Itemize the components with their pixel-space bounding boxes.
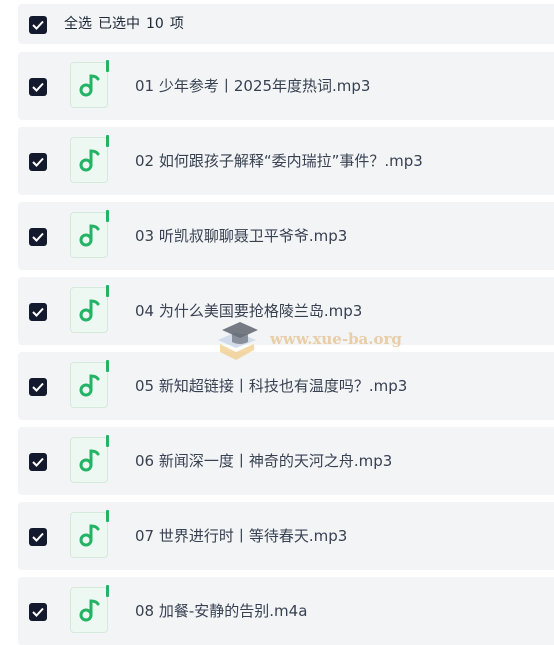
file-corner-mark (106, 510, 109, 522)
audio-file-icon (70, 510, 109, 558)
file-checkbox[interactable] (29, 603, 47, 621)
file-row[interactable]: 07 世界进行时丨等待春天.mp3 (18, 502, 554, 570)
file-name: 04 为什么美国要抢格陵兰岛.mp3 (135, 302, 363, 320)
file-checkbox[interactable] (29, 378, 47, 396)
audio-file-icon (70, 360, 109, 408)
audio-file-icon (70, 210, 109, 258)
check-icon (32, 157, 44, 167)
file-checkbox[interactable] (29, 153, 47, 171)
selected-suffix: 项 (169, 16, 184, 32)
music-note-icon (79, 599, 100, 622)
file-name: 01 少年参考丨2025年度热词.mp3 (135, 77, 371, 95)
music-note-icon (79, 449, 100, 472)
file-name: 02 如何跟孩子解释“委内瑞拉”事件？.mp3 (135, 152, 423, 170)
check-icon (32, 232, 44, 242)
music-note-icon (79, 149, 100, 172)
selected-prefix: 已选中 (98, 16, 140, 32)
file-row[interactable]: 06 新闻深一度丨神奇的天河之舟.mp3 (18, 427, 554, 495)
select-all-label[interactable]: 全选 (64, 16, 92, 32)
check-icon (32, 20, 44, 30)
file-row[interactable]: 05 新知超链接丨科技也有温度吗？.mp3 (18, 352, 554, 420)
file-row[interactable]: 01 少年参考丨2025年度热词.mp3 (18, 52, 554, 120)
music-note-icon (79, 374, 100, 397)
selected-count: 10 (146, 16, 164, 32)
check-icon (32, 457, 44, 467)
music-note-icon (79, 524, 100, 547)
music-note-icon (79, 299, 100, 322)
file-corner-mark (106, 435, 109, 447)
check-icon (32, 82, 44, 92)
check-icon (32, 607, 44, 617)
audio-file-icon (70, 585, 109, 633)
audio-file-icon (70, 60, 109, 108)
file-name: 05 新知超链接丨科技也有温度吗？.mp3 (135, 377, 408, 395)
selection-summary: 全选 已选中 10 项 (64, 4, 190, 44)
file-checkbox[interactable] (29, 453, 47, 471)
check-icon (32, 532, 44, 542)
file-checkbox[interactable] (29, 78, 47, 96)
file-name: 07 世界进行时丨等待春天.mp3 (135, 527, 348, 545)
file-checkbox[interactable] (29, 228, 47, 246)
file-row[interactable]: 04 为什么美国要抢格陵兰岛.mp3 (18, 277, 554, 345)
file-corner-mark (106, 210, 109, 222)
file-row[interactable]: 02 如何跟孩子解释“委内瑞拉”事件？.mp3 (18, 127, 554, 195)
file-row[interactable]: 08 加餐-安静的告别.m4a (18, 577, 554, 645)
file-name: 03 听凯叔聊聊聂卫平爷爷.mp3 (135, 227, 348, 245)
file-checkbox[interactable] (29, 528, 47, 546)
file-corner-mark (106, 585, 109, 597)
check-icon (32, 382, 44, 392)
audio-file-icon (70, 435, 109, 483)
file-name: 08 加餐-安静的告别.m4a (135, 602, 308, 620)
music-note-icon (79, 224, 100, 247)
audio-file-icon (70, 135, 109, 183)
audio-file-icon (70, 285, 109, 333)
file-corner-mark (106, 135, 109, 147)
file-corner-mark (106, 285, 109, 297)
file-name: 06 新闻深一度丨神奇的天河之舟.mp3 (135, 452, 393, 470)
file-row[interactable]: 03 听凯叔聊聊聂卫平爷爷.mp3 (18, 202, 554, 270)
select-all-bar: 全选 已选中 10 项 (18, 4, 554, 44)
file-corner-mark (106, 60, 109, 72)
file-checkbox[interactable] (29, 303, 47, 321)
check-icon (32, 307, 44, 317)
file-corner-mark (106, 360, 109, 372)
select-all-checkbox[interactable] (29, 16, 47, 34)
music-note-icon (79, 74, 100, 97)
